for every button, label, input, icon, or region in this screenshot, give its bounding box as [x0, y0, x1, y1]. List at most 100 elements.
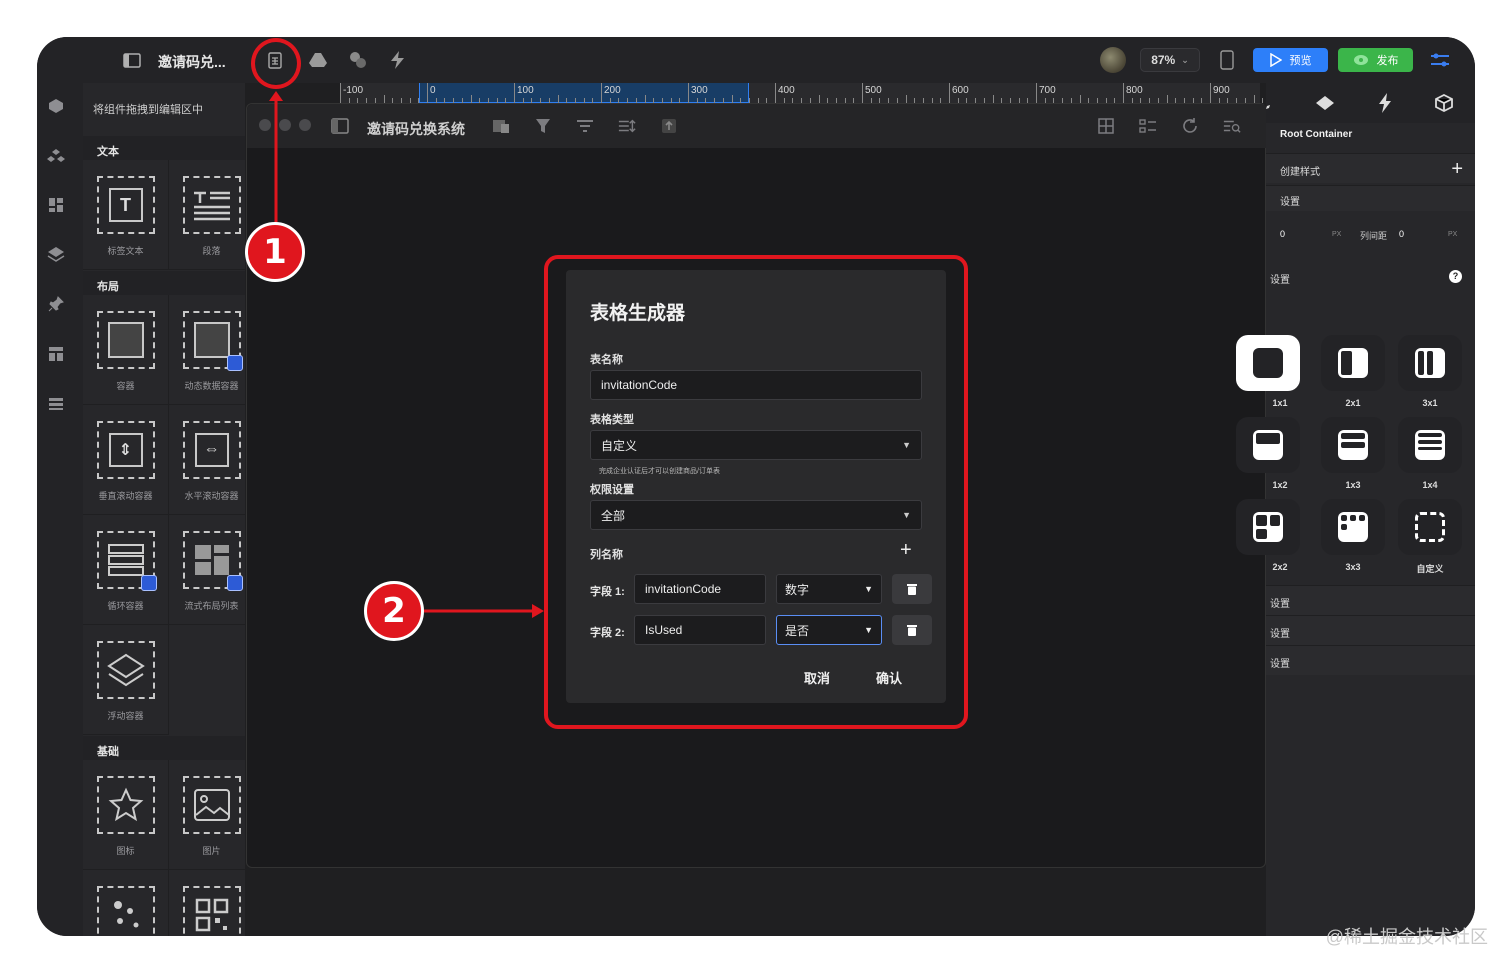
left-icon-rail: [37, 83, 83, 936]
ruler-tick: [470, 95, 472, 103]
component-container[interactable]: 容器: [83, 295, 169, 405]
ruler-tick: [1079, 95, 1081, 103]
filter-icon[interactable]: [534, 117, 552, 135]
plus-icon[interactable]: +: [1451, 158, 1463, 181]
ruler-tick: [644, 95, 646, 103]
component-tab-icon[interactable]: [1433, 92, 1455, 114]
settings-sliders-icon[interactable]: [1429, 49, 1451, 71]
component-dots[interactable]: [83, 870, 169, 936]
component-dynamic-data-container[interactable]: 动态数据容器: [169, 295, 255, 405]
col-gap-input[interactable]: 0: [1399, 229, 1404, 239]
component-label: 循环容器: [107, 601, 144, 611]
sort-icon[interactable]: [576, 117, 594, 135]
pin-icon[interactable]: [47, 295, 65, 313]
grid-option-2x2[interactable]: [1236, 499, 1300, 555]
play-icon: [1269, 53, 1282, 67]
section-title-basic: 基础: [83, 736, 245, 760]
search-list-icon[interactable]: [1223, 117, 1241, 135]
ruler-tick: [427, 83, 428, 103]
style-tab-icon[interactable]: [1314, 92, 1336, 114]
component-label-text[interactable]: T 标签文本: [83, 160, 169, 270]
create-style-row[interactable]: 创建样式 +: [1266, 153, 1475, 183]
eye-icon: [1353, 55, 1368, 65]
grid-option-label: 1x4: [1422, 480, 1438, 490]
settings-row[interactable]: 设置: [1266, 585, 1475, 615]
component-flow-list[interactable]: 流式布局列表: [169, 515, 255, 625]
component-loop-container[interactable]: 循环容器: [83, 515, 169, 625]
grid-option-label: 2x2: [1272, 562, 1288, 572]
grid-settings-label: 设置: [1270, 275, 1290, 286]
device-phone-icon[interactable]: [1218, 49, 1236, 71]
widgets-icon[interactable]: [47, 196, 65, 214]
grid-option-label: 1x3: [1345, 480, 1361, 490]
layers-icon[interactable]: [47, 245, 65, 263]
grid-view-icon[interactable]: [1097, 117, 1115, 135]
dynamic-container-icon: [182, 311, 243, 371]
grid-option-3x3[interactable]: [1321, 499, 1385, 555]
settings-row[interactable]: 设置: [1266, 615, 1475, 645]
component-horizontal-scroll[interactable]: ⇔ 水平滚动容器: [169, 405, 255, 515]
project-title[interactable]: 邀请码兑...: [158, 51, 226, 73]
grid-option-2x1[interactable]: [1321, 335, 1385, 391]
vertical-scroll-icon: ⇕: [96, 421, 155, 479]
layout-settings-label: 设置: [1280, 197, 1300, 208]
ruler-tick: [818, 95, 820, 103]
preview-button[interactable]: 预览: [1253, 48, 1328, 72]
drive-icon[interactable]: [307, 49, 329, 71]
component-label: 图片: [202, 846, 221, 856]
sidebar-toggle-icon[interactable]: [331, 117, 349, 135]
row-height-icon[interactable]: [618, 117, 636, 135]
settings-row[interactable]: 设置: [1266, 645, 1475, 675]
brush-icon[interactable]: [1260, 92, 1282, 114]
grid-option-1x1[interactable]: [1236, 335, 1300, 391]
fields-icon[interactable]: [1139, 117, 1157, 135]
grid-1x4-icon: [1415, 430, 1445, 460]
component-vertical-scroll[interactable]: ⇕ 垂直滚动容器: [83, 405, 169, 515]
ruler-label: 500: [865, 85, 882, 96]
refresh-icon[interactable]: [1181, 117, 1199, 135]
avatar[interactable]: [1100, 47, 1126, 73]
publish-button[interactable]: 发布: [1338, 48, 1413, 72]
row-gap-input[interactable]: 0: [1280, 229, 1285, 239]
lightning-tab-icon[interactable]: [1374, 92, 1396, 114]
grid-option-3x1[interactable]: [1398, 335, 1462, 391]
ruler-label: 0: [430, 85, 436, 96]
flow-list-icon: [182, 531, 243, 591]
logic-icon[interactable]: [347, 49, 369, 71]
simulator-titlebar: 邀请码兑换系统: [247, 104, 1267, 148]
grid-option-1x4[interactable]: [1398, 417, 1462, 473]
horizontal-ruler: -100 0 100 200 300 400 500 600 700 800 900: [340, 83, 1290, 103]
annotation-highlight-2: [544, 255, 968, 729]
components-cube-icon[interactable]: [47, 97, 65, 115]
component-paragraph[interactable]: 段落: [169, 160, 255, 270]
section-title-layout: 布局: [83, 271, 245, 295]
pages-icon[interactable]: [47, 345, 65, 363]
settings-row-label: 设置: [1270, 659, 1290, 670]
component-floating-container[interactable]: 浮动容器: [83, 625, 169, 735]
sidebar-toggle-icon[interactable]: [121, 49, 143, 71]
ruler-label: 700: [1039, 85, 1056, 96]
window-maximize-dot[interactable]: [299, 119, 311, 131]
grid-option-1x3[interactable]: [1321, 417, 1385, 473]
loop-container-icon: [96, 531, 157, 591]
component-label: 浮动容器: [107, 711, 144, 721]
list-icon[interactable]: [47, 395, 65, 413]
zoom-select[interactable]: 87% ⌄: [1140, 48, 1200, 72]
add-table-icon[interactable]: [492, 117, 510, 135]
component-icon[interactable]: 图标: [83, 760, 169, 870]
component-qrcode[interactable]: [169, 870, 255, 936]
publish-label: 发布: [1376, 55, 1399, 67]
grid-option-custom[interactable]: [1398, 499, 1462, 555]
ruler-tick: [688, 83, 689, 103]
ruler-tick: [1166, 95, 1168, 103]
ruler-tick: [514, 83, 515, 103]
blocks-icon[interactable]: [47, 147, 65, 165]
grid-option-1x2[interactable]: [1236, 417, 1300, 473]
ruler-tick: [383, 95, 385, 103]
help-icon[interactable]: ?: [1449, 270, 1462, 283]
component-image[interactable]: 图片: [169, 760, 255, 870]
upload-icon[interactable]: [660, 117, 678, 135]
actions-lightning-icon[interactable]: [386, 49, 410, 71]
create-style-label: 创建样式: [1280, 167, 1320, 178]
grid-3x3-icon: [1338, 512, 1368, 542]
